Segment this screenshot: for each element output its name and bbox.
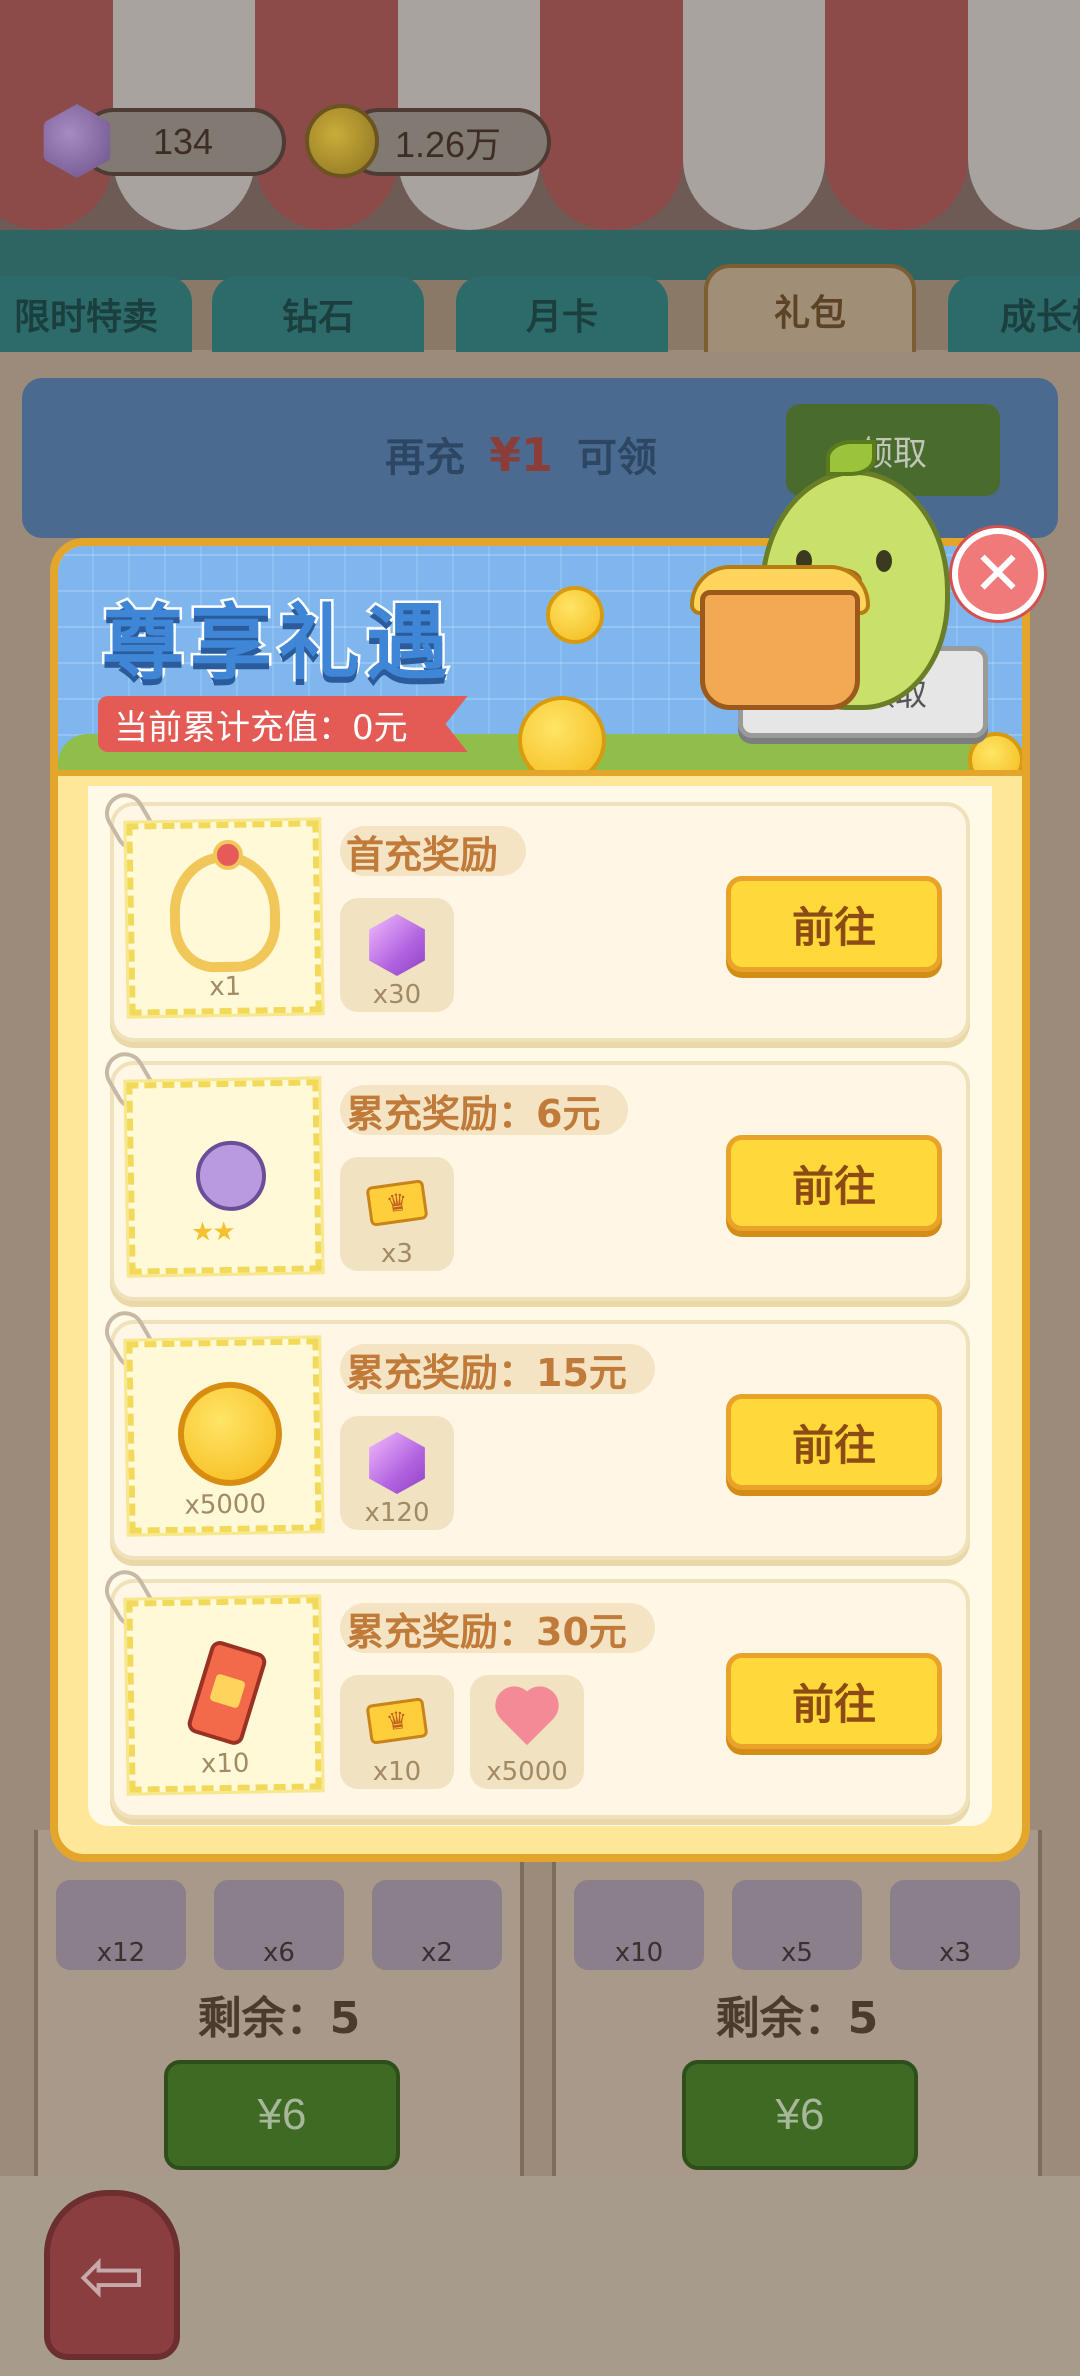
buy-button-right[interactable]: ¥6 xyxy=(682,2060,918,2170)
pack-item: x10 xyxy=(574,1880,704,1970)
reward-item: x5000 xyxy=(470,1675,584,1789)
goto-button[interactable]: 前往 xyxy=(726,1653,942,1749)
heart-icon xyxy=(494,1689,560,1749)
goto-button[interactable]: 前往 xyxy=(726,876,942,972)
shop-tabs: 限时特卖 钻石 月卡 礼包 成长榜 xyxy=(0,264,1080,352)
reward-row-title: 累充奖励：30元 xyxy=(340,1603,655,1654)
coin-icon xyxy=(305,104,379,178)
coin-icon xyxy=(518,696,606,770)
reward-row: x5000 累充奖励：15元 x120 前往 xyxy=(97,1304,970,1560)
pack-item: x5 xyxy=(732,1880,862,1970)
goto-button[interactable]: 前往 xyxy=(726,1135,942,1231)
banner-text: 再充 ¥1 可领 xyxy=(385,428,658,482)
gem-icon xyxy=(369,914,425,976)
tab-limited-sale[interactable]: 限时特卖 xyxy=(0,276,192,352)
coin-icon xyxy=(546,586,604,644)
remaining-count: 剩余：5 xyxy=(715,1993,879,2044)
avatar-frame-icon xyxy=(168,851,281,973)
remaining-count: 剩余：5 xyxy=(197,1993,361,2044)
firework-icon xyxy=(185,1638,269,1748)
dialog-title: 尊享礼遇 xyxy=(99,594,455,694)
reward-row: x10 累充奖励：30元 ♛ x10 x5000 前往 xyxy=(97,1563,970,1819)
reward-main-item: x1 xyxy=(123,817,325,1019)
pack-item: x6 xyxy=(214,1880,344,1970)
reward-row-title: 首充奖励 xyxy=(340,826,527,877)
coin-icon xyxy=(177,1380,283,1487)
goto-button[interactable]: 前往 xyxy=(726,1394,942,1490)
reward-item: x30 xyxy=(340,898,454,1012)
gem-icon xyxy=(369,1432,425,1494)
close-button[interactable]: ✕ xyxy=(952,528,1044,620)
reward-row-title: 累充奖励：6元 xyxy=(340,1085,629,1136)
ticket-icon: ♛ xyxy=(365,1179,429,1227)
tab-monthly-card[interactable]: 月卡 xyxy=(456,276,668,352)
reward-item: ♛ x3 xyxy=(340,1157,454,1271)
total-recharge-label: 当前累计充值：0元 xyxy=(98,696,468,752)
plum-character-icon xyxy=(195,1140,267,1212)
tab-diamonds[interactable]: 钻石 xyxy=(212,276,424,352)
tab-gift-pack[interactable]: 礼包 xyxy=(704,264,916,352)
ticket-icon: ♛ xyxy=(365,1697,429,1745)
pack-item: x3 xyxy=(890,1880,1020,1970)
back-arrow-icon: ⇦ xyxy=(78,2228,146,2322)
tab-growth[interactable]: 成长榜 xyxy=(948,276,1080,352)
close-icon: ✕ xyxy=(972,539,1024,609)
reward-list: x1 首充奖励 x30 前往 ★★ 累充奖励：6元 ♛ x3 前往 x5000 … xyxy=(88,786,992,1826)
stars-icon: ★★ xyxy=(190,1216,234,1248)
reward-row: x1 首充奖励 x30 前往 xyxy=(97,786,970,1042)
reward-main-item: x5000 xyxy=(123,1335,325,1537)
pear-mascot xyxy=(690,440,960,740)
pack-item: x12 xyxy=(56,1880,186,1970)
gem-balance: 134 xyxy=(80,108,286,176)
reward-item: ♛ x10 xyxy=(340,1675,454,1789)
buy-button-left[interactable]: ¥6 xyxy=(164,2060,400,2170)
coin-icon xyxy=(968,732,1022,770)
back-button[interactable]: ⇦ xyxy=(44,2190,180,2360)
reward-row: ★★ 累充奖励：6元 ♛ x3 前往 xyxy=(97,1045,970,1301)
reward-main-item: x10 xyxy=(123,1594,325,1796)
pack-item: x2 xyxy=(372,1880,502,1970)
reward-main-item: ★★ xyxy=(123,1076,325,1278)
reward-item: x120 xyxy=(340,1416,454,1530)
reward-row-title: 累充奖励：15元 xyxy=(340,1344,655,1395)
